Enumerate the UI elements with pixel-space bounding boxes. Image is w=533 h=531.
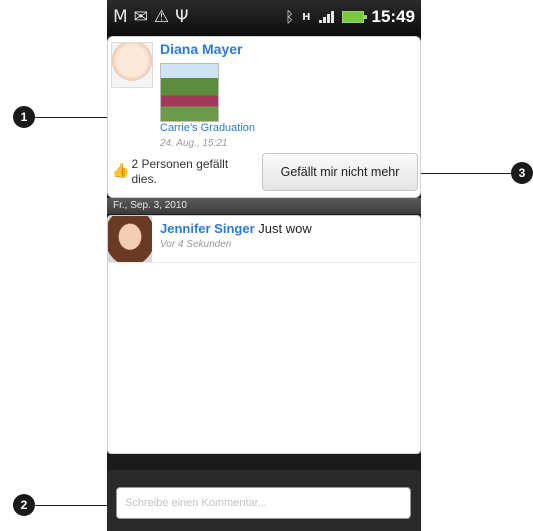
comment-bar (107, 470, 421, 531)
notification-icons: M ✉ ⚠ Ψ (113, 7, 189, 27)
avatar-diana-mayer[interactable] (111, 42, 153, 88)
thumbs-up-icon: 👍 (112, 163, 130, 179)
post-card: Diana Mayer Carrie's Graduation 24. Aug.… (107, 36, 421, 198)
post-photo[interactable] (160, 63, 219, 122)
post-date: 24. Aug., 15:21 (160, 138, 228, 149)
callout-3: 3 (511, 162, 533, 184)
comment-time: Vor 4 Sekunden (160, 239, 232, 250)
hsdpa-icon: H (302, 11, 311, 23)
bluetooth-icon: ᛒ (285, 8, 295, 26)
gmail-icon: M (113, 7, 128, 27)
comment-text: Just wow (258, 221, 312, 236)
callout-3-line (421, 173, 511, 174)
phone-screen: M ✉ ⚠ Ψ ᛒ H 15:49 Diana Mayer Carrie's G… (107, 0, 421, 531)
comment-line: Jennifer Singer Just wow (160, 221, 312, 236)
callout-1: 1 (13, 106, 35, 128)
date-header: Fr., Sep. 3, 2010 (107, 198, 421, 214)
likes-text: 2 Personen gefällt dies. (131, 157, 229, 186)
album-link[interactable]: Carrie's Graduation (160, 122, 255, 134)
unlike-button[interactable]: Gefällt mir nicht mehr (262, 153, 418, 191)
divider (108, 262, 420, 263)
likes-row: 👍 2 Personen gefällt dies. (112, 157, 251, 187)
mail-icon: ✉ (133, 7, 148, 27)
signal-icon (318, 11, 334, 23)
battery-icon (341, 11, 367, 23)
status-bar: M ✉ ⚠ Ψ ᛒ H 15:49 (107, 0, 421, 36)
warning-icon: ⚠ (153, 7, 170, 27)
comment-author[interactable]: Jennifer Singer (160, 221, 255, 236)
comment-card: Jennifer Singer Just wow Vor 4 Sekunden (107, 215, 421, 454)
clock: 15:49 (371, 7, 415, 26)
system-icons: ᛒ H 15:49 (285, 7, 415, 27)
callout-2: 2 (13, 494, 35, 516)
post-author[interactable]: Diana Mayer (160, 41, 242, 57)
comment-input[interactable] (116, 487, 411, 519)
callout-2-line (35, 505, 117, 506)
usb-icon: Ψ (175, 7, 189, 27)
avatar-jennifer-singer[interactable] (108, 216, 152, 262)
